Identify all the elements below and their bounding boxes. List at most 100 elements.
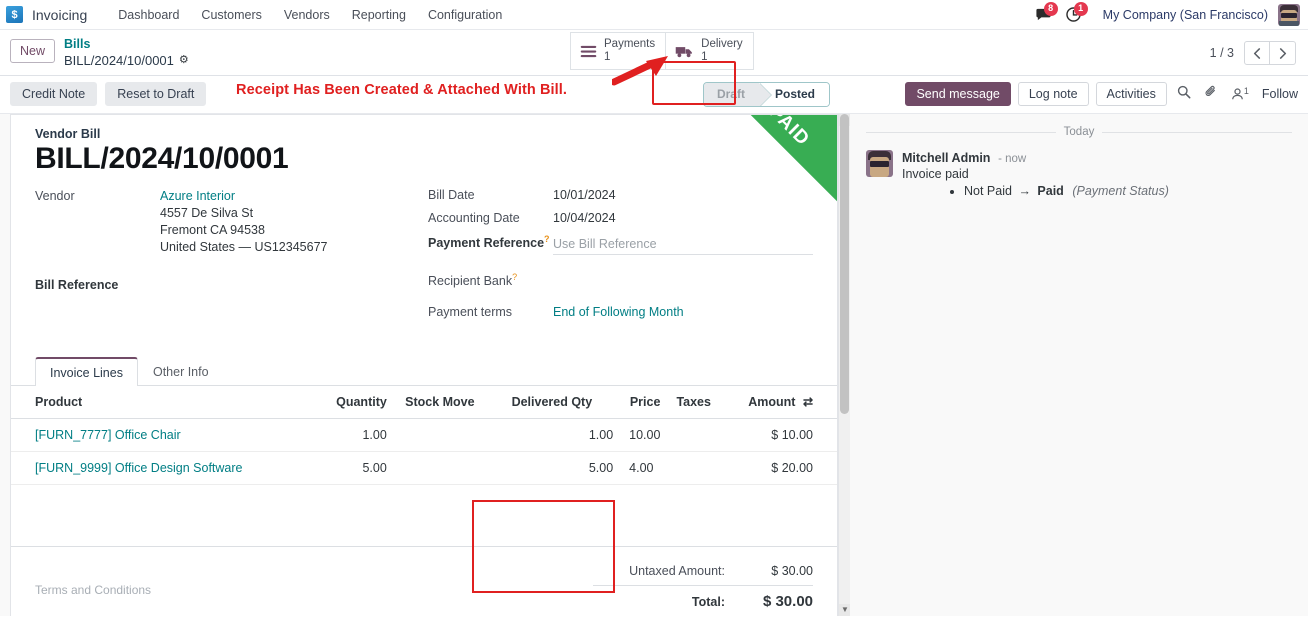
bill-date-value[interactable]: 10/01/2024 [553, 188, 616, 202]
recipient-bank-input[interactable] [553, 269, 813, 286]
help-icon-payment-reference[interactable]: ? [544, 234, 550, 244]
message-author[interactable]: Mitchell Admin [902, 151, 990, 165]
cell-delivered-qty[interactable]: 1.00 [482, 418, 622, 452]
stat-value-delivery: 1 [701, 51, 708, 64]
activities-button-chatter[interactable]: Activities [1095, 81, 1167, 106]
tab-other-info[interactable]: Other Info [138, 357, 224, 386]
avatar[interactable] [1278, 3, 1300, 26]
nav-item-customers[interactable]: Customers [190, 0, 272, 30]
total-label: Total: [691, 594, 725, 609]
annotation-text: Receipt Has Been Created & Attached With… [236, 81, 568, 98]
vendor-name[interactable]: Azure Interior [160, 188, 327, 205]
vendor-label: Vendor [35, 189, 75, 204]
log-note-button[interactable]: Log note [1017, 81, 1089, 106]
cell-amount[interactable]: $ 10.00 [740, 418, 837, 452]
cell-taxes[interactable] [668, 418, 741, 452]
totals-divider [593, 584, 813, 586]
col-price: Price [621, 385, 669, 419]
scroll-thumb[interactable] [840, 113, 849, 414]
cell-taxes[interactable] [668, 451, 741, 485]
tab-invoice-lines[interactable]: Invoice Lines [35, 356, 138, 386]
cell-product[interactable]: [FURN_9999] Office Design Software [11, 451, 306, 485]
payment-reference-input[interactable]: Use Bill Reference [553, 237, 813, 255]
chatter-date-separator: Today [866, 125, 1292, 138]
messages-badge: 8 [1043, 1, 1058, 16]
help-icon-recipient-bank[interactable]: ? [512, 272, 517, 282]
recipient-bank-label: Recipient Bank? [428, 272, 553, 288]
cell-quantity[interactable]: 1.00 [305, 418, 395, 452]
payment-reference-label: Payment Reference? [428, 234, 553, 250]
messages-button[interactable]: 8 [1029, 0, 1059, 30]
nav-item-dashboard[interactable]: Dashboard [107, 0, 190, 30]
list-lines-icon [580, 45, 597, 57]
gear-icon[interactable]: ⚙ [179, 54, 189, 68]
payment-terms-value[interactable]: End of Following Month [553, 305, 684, 319]
nav-item-configuration[interactable]: Configuration [417, 0, 513, 30]
form-left-column: Vendor Azure Interior 4557 De Silva St F… [35, 188, 428, 327]
chatter-message: Mitchell Admin - now Invoice paid Not Pa… [866, 149, 1292, 198]
activities-button[interactable]: 1 [1059, 0, 1089, 30]
col-amount: Amount ⇄ [740, 385, 837, 419]
col-delivered-qty: Delivered Qty [482, 385, 622, 419]
accounting-date-label: Accounting Date [428, 211, 520, 226]
pager-next-button[interactable] [1270, 41, 1296, 65]
terms-and-conditions-input[interactable]: Terms and Conditions [35, 561, 483, 613]
nav-item-vendors[interactable]: Vendors [273, 0, 341, 30]
top-navbar: Invoicing Dashboard Customers Vendors Re… [0, 0, 1308, 30]
payment-terms-label: Payment terms [428, 304, 513, 319]
invoicing-app-icon[interactable] [6, 6, 23, 23]
cell-price[interactable]: 10.00 [621, 418, 669, 452]
new-button[interactable]: New [10, 39, 56, 63]
app-name[interactable]: Invoicing [32, 7, 87, 23]
pager: 1 / 3 [1210, 41, 1296, 65]
vendor-address-line-1: 4557 De Silva St [160, 206, 254, 221]
company-switcher[interactable]: My Company (San Francisco) [1089, 8, 1278, 22]
vendor-address-line-2: Fremont CA 94538 [160, 223, 265, 238]
bill-reference-label: Bill Reference [35, 278, 119, 293]
untaxed-amount-row: Untaxed Amount: $ 30.00 [483, 561, 813, 581]
bill-date-label: Bill Date [428, 188, 475, 203]
breadcrumb-current: BILL/2024/10/0001 ⚙ [64, 53, 189, 69]
cell-stock-move[interactable] [394, 451, 483, 485]
attachments-button[interactable] [1201, 83, 1221, 104]
accounting-date-value[interactable]: 10/04/2024 [553, 211, 616, 225]
magnifier-icon [1177, 86, 1191, 99]
cell-amount[interactable]: $ 20.00 [740, 451, 837, 485]
credit-note-button[interactable]: Credit Note [10, 82, 98, 107]
col-amount-label: Amount [748, 394, 796, 409]
reset-to-draft-button[interactable]: Reset to Draft [105, 82, 207, 107]
stat-label-payments: Payments [604, 38, 656, 50]
cell-stock-move[interactable] [394, 418, 483, 452]
cell-price[interactable]: 4.00 [621, 451, 669, 485]
cell-quantity[interactable]: 5.00 [305, 451, 395, 485]
followers-button[interactable]: 1 [1228, 84, 1252, 104]
form-sheet: PAID Vendor Bill BILL/2024/10/0001 Vendo… [10, 113, 838, 616]
column-options-icon[interactable]: ⇄ [799, 395, 813, 409]
cell-product[interactable]: [FURN_7777] Office Chair [11, 418, 306, 452]
send-message-button[interactable]: Send message [905, 81, 1011, 106]
sheet-footer: Terms and Conditions Untaxed Amount: $ 3… [11, 547, 837, 613]
table-header-row: Product Quantity Stock Move Delivered Qt… [11, 385, 837, 419]
form-scrollbar[interactable]: ▲ ▼ [838, 113, 851, 616]
table-row[interactable]: [FURN_9999] Office Design Software 5.00 … [11, 451, 837, 485]
cell-delivered-qty[interactable]: 5.00 [482, 451, 622, 485]
table-row[interactable]: [FURN_7777] Office Chair 1.00 1.00 10.00… [11, 418, 837, 452]
col-taxes: Taxes [668, 385, 741, 419]
search-messages-button[interactable] [1174, 83, 1194, 104]
status-step-draft[interactable]: Draft [703, 82, 773, 106]
untaxed-amount-value: $ 30.00 [771, 563, 813, 578]
paperclip-icon [1205, 86, 1215, 97]
chevron-left-icon [1253, 47, 1261, 59]
follow-button[interactable]: Follow [1259, 87, 1298, 101]
tracking-item: Not Paid → Paid (Payment Status) [964, 184, 1292, 198]
stat-button-delivery[interactable]: Delivery 1 [666, 32, 754, 71]
message-avatar[interactable] [866, 149, 893, 177]
empty-lines-area[interactable] [11, 485, 837, 547]
col-stock-move: Stock Move [394, 385, 483, 419]
chatter-action-bar: Send message Log note Activities 1 Follo… [905, 81, 1298, 106]
truck-icon [675, 46, 692, 57]
pager-previous-button[interactable] [1244, 41, 1270, 65]
user-followers-icon [1232, 88, 1243, 100]
nav-item-reporting[interactable]: Reporting [341, 0, 417, 30]
breadcrumb-parent-bills[interactable]: Bills [64, 37, 189, 53]
